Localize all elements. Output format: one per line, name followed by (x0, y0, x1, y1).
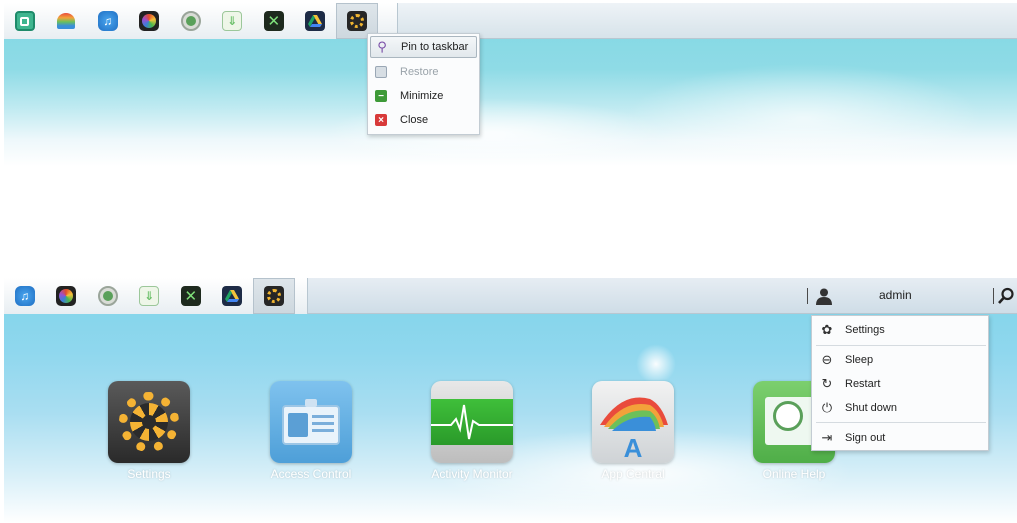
svg-text:A: A (624, 433, 643, 463)
color-ring-icon (56, 286, 77, 306)
app-central-app-icon: A (592, 381, 674, 463)
taskbar-app-drive[interactable] (212, 278, 254, 314)
divider (993, 288, 994, 304)
app-label: Access Control (270, 467, 352, 481)
green-circle-icon (97, 286, 118, 306)
taskbar: ♫ ⇓ ✕ (4, 278, 1017, 314)
menu-item-pin-to-taskbar[interactable]: ⚲ Pin to taskbar (370, 36, 477, 58)
menu-item-label: Restore (400, 66, 439, 78)
taskbar-app-music[interactable]: ♫ (87, 3, 129, 39)
taskbar-app-download[interactable]: ⇓ (212, 3, 254, 39)
menu-item-label: Restart (845, 378, 881, 390)
itunes-music-icon: ♫ (97, 11, 118, 31)
background-flare (636, 344, 676, 384)
top-desktop-panel: ♫ ⇓ ✕ ⚲ Pin to taskbar Restore − Minimiz… (4, 3, 1017, 193)
taskbar-app-settings[interactable] (253, 278, 295, 314)
taskbar-app-color-ring[interactable] (46, 278, 88, 314)
menu-item-label: Shut down (845, 402, 897, 414)
menu-item-label: Sign out (845, 432, 886, 444)
taskbar-app-green-circle[interactable] (87, 278, 129, 314)
menu-item-restore[interactable]: Restore (370, 61, 477, 83)
minimize-icon: − (375, 90, 387, 102)
menu-item-label: Pin to taskbar (401, 41, 469, 53)
username-label[interactable]: admin (879, 288, 912, 302)
restore-icon (375, 66, 387, 78)
divider (807, 288, 808, 304)
menu-item-settings[interactable]: ✿ Settings (812, 319, 988, 341)
xamarin-x-icon: ✕ (180, 286, 201, 306)
app-label: Online Help (762, 467, 826, 481)
activity-monitor-app-icon (431, 381, 513, 463)
desktop-app-app-central[interactable]: A App Central (573, 381, 693, 481)
taskbar-app-x[interactable]: ✕ (170, 278, 212, 314)
sleep-icon: ⊖ (821, 352, 833, 367)
app-label: Activity Monitor (431, 467, 513, 481)
menu-item-restart[interactable]: ↻ Restart (812, 373, 988, 395)
taskbar-app-download[interactable]: ⇓ (129, 278, 171, 314)
menu-item-close[interactable]: × Close (370, 109, 477, 131)
search-icon[interactable] (997, 287, 1015, 305)
app-label: Settings (127, 467, 171, 481)
user-area: admin (807, 278, 1017, 314)
rainbow-app-icon (57, 13, 76, 29)
close-icon: × (375, 114, 387, 126)
desktop-app-access-control[interactable]: Access Control (251, 381, 371, 481)
menu-divider (816, 422, 986, 423)
menu-item-label: Sleep (845, 354, 874, 366)
menu-item-label: Close (400, 114, 429, 126)
restart-icon: ↻ (821, 376, 833, 391)
menu-item-label: Settings (845, 324, 885, 336)
settings-gear-icon (346, 11, 367, 31)
taskbar-app-storage[interactable] (4, 3, 46, 39)
taskbar-app-drive[interactable] (295, 3, 337, 39)
taskbar-app-music[interactable]: ♫ (4, 278, 46, 314)
taskbar-app-x[interactable]: ✕ (253, 3, 295, 39)
taskbar-app-list: ♫ ⇓ ✕ (4, 278, 308, 314)
green-circle-icon (180, 11, 201, 31)
power-icon: ⏻ (821, 400, 833, 415)
desktop-app-settings[interactable]: Settings (89, 381, 209, 481)
access-control-app-icon (270, 381, 352, 463)
pin-icon: ⚲ (377, 39, 387, 54)
google-drive-icon (222, 286, 243, 306)
taskbar-app-list: ♫ ⇓ ✕ (4, 3, 398, 39)
menu-item-sign-out[interactable]: ⇥ Sign out (812, 427, 988, 449)
user-dropdown-menu: ✿ Settings ⊖ Sleep ↻ Restart ⏻ Shut down… (811, 315, 989, 451)
app-central-storage-icon (14, 11, 35, 31)
settings-gear-icon (263, 286, 284, 306)
xamarin-x-icon: ✕ (263, 11, 284, 31)
color-ring-icon (139, 11, 160, 31)
taskbar-app-green-circle[interactable] (170, 3, 212, 39)
taskbar-app-rainbow[interactable] (46, 3, 88, 39)
desktop-app-activity-monitor[interactable]: Activity Monitor (412, 381, 532, 481)
user-icon[interactable] (815, 287, 833, 305)
sign-out-icon: ⇥ (821, 430, 833, 445)
taskbar-app-color-ring[interactable] (129, 3, 171, 39)
gear-icon: ✿ (821, 322, 833, 337)
download-disc-icon: ⇓ (222, 11, 243, 31)
taskbar: ♫ ⇓ ✕ (4, 3, 1017, 39)
app-label: App Central (601, 467, 665, 481)
download-disc-icon: ⇓ (139, 286, 160, 306)
taskbar-context-menu: ⚲ Pin to taskbar Restore − Minimize × Cl… (367, 33, 480, 135)
menu-item-sleep[interactable]: ⊖ Sleep (812, 349, 988, 371)
menu-item-minimize[interactable]: − Minimize (370, 85, 477, 107)
menu-divider (816, 345, 986, 346)
google-drive-icon (305, 11, 326, 31)
menu-item-shut-down[interactable]: ⏻ Shut down (812, 397, 988, 419)
menu-item-label: Minimize (400, 90, 444, 102)
background-glow (624, 63, 984, 173)
settings-app-icon (108, 381, 190, 463)
itunes-music-icon: ♫ (14, 286, 35, 306)
